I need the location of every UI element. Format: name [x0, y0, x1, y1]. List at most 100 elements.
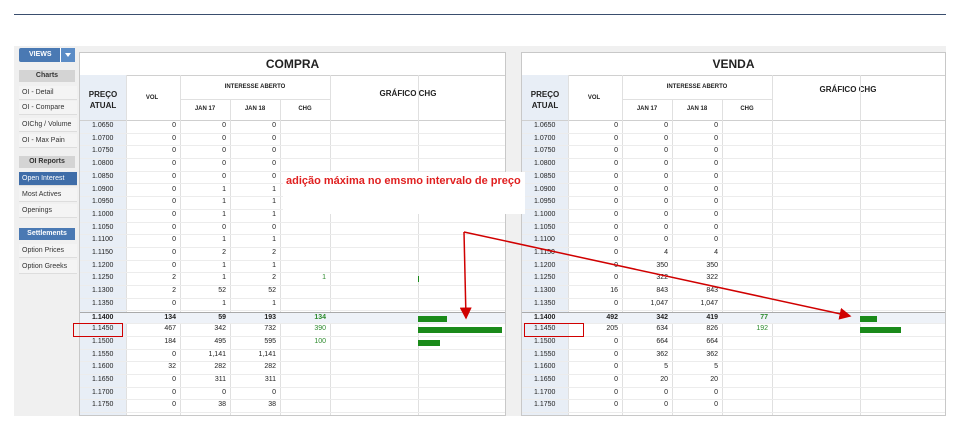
cell-vol: 32 [168, 363, 176, 371]
cell-jan18: 5 [714, 363, 718, 371]
cell-vol: 0 [614, 185, 618, 193]
sidebar-item-openings[interactable]: Openings [19, 204, 77, 218]
cell-jan17: 0 [664, 122, 668, 129]
table-row: 1.1000 0 0 0 [522, 210, 945, 223]
sidebar-item-oi-compare[interactable]: OI - Compare [19, 101, 77, 115]
chg-bar [860, 315, 877, 322]
cell-jan18: 0 [714, 401, 718, 409]
cell-jan17: 0 [664, 160, 668, 168]
cell-jan18: 311 [264, 376, 276, 383]
cell-jan18: 1 [272, 210, 276, 218]
cell-jan18: 0 [272, 160, 276, 168]
table-row: 1.1050 0 0 0 [522, 223, 945, 236]
highlight-box-venda [524, 323, 584, 337]
table-row: 1.1600 32 282 282 [80, 362, 505, 375]
cell-jan17: 0 [222, 388, 226, 396]
table-row: 1.1050 0 0 0 [80, 223, 505, 236]
cell-jan18: 0 [272, 172, 276, 180]
cell-vol: 0 [614, 401, 618, 409]
settlements-header: Settlements [19, 228, 75, 240]
chevron-down-icon[interactable] [60, 48, 75, 62]
annotation-text: adição máxima no emsmo intervalo de preç… [286, 175, 521, 187]
cell-jan18: 0 [714, 172, 718, 180]
top-divider [14, 14, 946, 15]
jan18-header: JAN 18 [686, 106, 708, 112]
cell-jan18: 1 [272, 198, 276, 206]
cell-vol: 2 [172, 287, 176, 295]
cell-vol: 0 [614, 363, 618, 371]
cell-vol: 0 [172, 388, 176, 396]
graph-header: GRÁFICO CHG [379, 89, 437, 98]
cell-jan17: 52 [218, 287, 226, 295]
cell-jan18: 0 [714, 147, 718, 155]
cell-jan17: 0 [664, 236, 668, 244]
cell-chg: 390 [314, 325, 326, 333]
cell-vol: 16 [610, 287, 618, 295]
jan17-header: JAN 17 [194, 106, 216, 112]
cell-jan18: 0 [714, 223, 718, 231]
table-row: 1.1600 0 5 5 [522, 362, 945, 375]
cell-jan18: 0 [714, 236, 718, 244]
cell-jan17: 362 [656, 350, 668, 358]
table-row: 1.1700 0 0 0 [80, 388, 505, 401]
sidebar-item-oi-max-pain[interactable]: OI - Max Pain [19, 134, 77, 148]
cell-chg: 100 [314, 337, 326, 345]
table-row: 1.1400 492 342 419 77 [522, 311, 945, 325]
cell-jan17: 342 [214, 325, 226, 333]
cell-jan17: 350 [656, 261, 668, 269]
cell-jan18: 2 [272, 249, 276, 256]
cell-jan17: 0 [222, 122, 226, 129]
cell-jan17: 1 [222, 210, 226, 218]
cell-jan17: 1 [222, 274, 226, 282]
table-row: 1.1250 2 1 2 1 [80, 273, 505, 287]
cell-jan17: 59 [218, 313, 226, 321]
table-row: 1.1300 16 843 843 [522, 286, 945, 299]
table-row: 1.1400 134 59 193 134 [80, 311, 505, 325]
sidebar-item-oi-detail[interactable]: OI - Detail [19, 86, 77, 100]
cell-vol: 0 [172, 261, 176, 269]
jan18-header: JAN 18 [244, 106, 266, 112]
table-row: 1.0800 0 0 0 [80, 159, 505, 172]
cell-vol: 0 [172, 147, 176, 155]
cell-vol: 492 [606, 313, 618, 321]
cell-vol: 0 [614, 376, 618, 383]
cell-jan17: 664 [656, 337, 668, 345]
cell-vol: 0 [614, 160, 618, 168]
cell-vol: 0 [614, 172, 618, 180]
cell-chg: 77 [760, 313, 768, 321]
table-row: 1.0900 0 0 0 [522, 185, 945, 198]
table-row: 1.1750 0 0 0 [522, 400, 945, 414]
cell-jan18: 0 [272, 388, 276, 396]
cell-jan17: 0 [664, 172, 668, 180]
views-dropdown-button[interactable]: VIEWS [19, 48, 75, 62]
cell-jan18: 52 [268, 287, 276, 295]
cell-jan17: 0 [664, 147, 668, 155]
table-row: 1.1300 2 52 52 [80, 286, 505, 299]
table-row: 1.1500 184 495 595 100 [80, 337, 505, 350]
oi-reports-header: OI Reports [19, 156, 75, 168]
sidebar-item-option-greeks[interactable]: Option Greeks [19, 260, 77, 274]
cell-jan18: 732 [264, 325, 276, 333]
table-row: 1.1700 0 0 0 [522, 388, 945, 401]
sidebar-item-option-prices[interactable]: Option Prices [19, 244, 77, 258]
cell-jan17: 282 [214, 363, 226, 371]
chg-bar [418, 327, 502, 334]
cell-jan17: 1,141 [208, 350, 226, 358]
vol-header: VOL [587, 95, 601, 101]
cell-jan17: 4 [664, 249, 668, 256]
sidebar-item-oichg-volume[interactable]: OIChg / Volume [19, 118, 77, 132]
highlight-box-compra [73, 323, 123, 337]
cell-jan17: 0 [222, 223, 226, 231]
sidebar-item-most-actives[interactable]: Most Actives [19, 188, 77, 202]
cell-jan17: 1,047 [650, 299, 668, 307]
cell-jan18: 193 [264, 313, 276, 321]
cell-jan17: 311 [214, 376, 226, 383]
cell-jan18: 0 [714, 122, 718, 129]
price-header: PREÇO ATUAL [530, 90, 560, 110]
sidebar-item-open-interest[interactable]: Open Interest [19, 172, 77, 186]
cell-jan18: 1,141 [258, 350, 276, 358]
cell-jan18: 1,047 [700, 299, 718, 307]
cell-jan18: 0 [272, 134, 276, 142]
table-row: 1.0650 0 0 0 [80, 121, 505, 134]
table-row: 1.1200 0 1 1 [80, 261, 505, 274]
